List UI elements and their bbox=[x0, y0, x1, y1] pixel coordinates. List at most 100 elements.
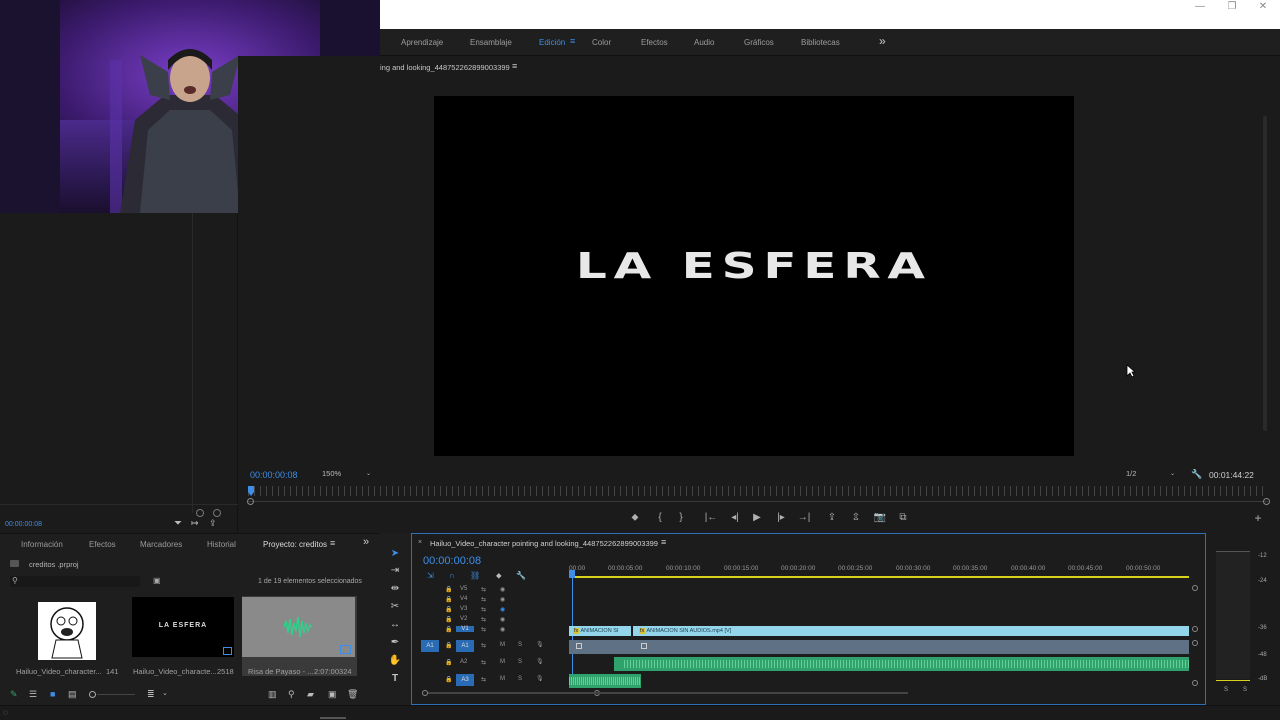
video-clip[interactable]: fx ANIMACION SIN AUDIOS.mp4 [V] bbox=[633, 626, 1189, 636]
timeline-timecode[interactable]: 00:00:00:08 bbox=[423, 555, 481, 567]
comparison-view-button[interactable]: ⧉ bbox=[895, 511, 911, 525]
mark-out-button[interactable]: } bbox=[673, 511, 689, 525]
workspace-menu-icon[interactable]: ≡ bbox=[570, 36, 575, 46]
project-item-3[interactable] bbox=[242, 596, 357, 676]
list-view-icon[interactable]: ☰ bbox=[29, 689, 37, 700]
video-clip[interactable]: fx ANIMACION SI bbox=[569, 626, 631, 636]
track-header-a1[interactable]: A1 🔒 A1 ⇆ M S 🎙 bbox=[412, 640, 572, 654]
sync-lock-icon[interactable]: ⇆ bbox=[481, 616, 486, 623]
panel-overflow-icon[interactable]: » bbox=[363, 536, 369, 548]
track-header-v3[interactable]: 🔒 V3 ⇆ ◉ bbox=[412, 606, 572, 616]
mark-in-button[interactable]: { bbox=[652, 511, 668, 525]
minimize-button[interactable]: — bbox=[1185, 0, 1215, 14]
trash-icon[interactable]: 🗑 bbox=[347, 689, 358, 700]
ripple-edit-tool-icon[interactable]: ⇹ bbox=[386, 582, 404, 596]
workspace-aprendizaje[interactable]: Aprendizaje bbox=[401, 38, 443, 47]
workspace-overflow-icon[interactable]: » bbox=[879, 34, 886, 48]
work-area-bar[interactable] bbox=[569, 576, 1189, 578]
program-menu-icon[interactable]: ≡ bbox=[512, 61, 517, 71]
sync-lock-icon[interactable]: ⇆ bbox=[481, 596, 486, 603]
chevron-down-icon[interactable]: ⌄ bbox=[162, 689, 168, 697]
meter-solo-button[interactable]: S bbox=[1243, 687, 1247, 693]
lock-icon[interactable]: 🔒 bbox=[445, 606, 452, 613]
bin-icon[interactable]: ▣ bbox=[153, 576, 161, 585]
tab-marcadores[interactable]: Marcadores bbox=[140, 540, 182, 549]
freeform-view-icon[interactable]: ▤ bbox=[68, 689, 77, 700]
solo-button[interactable]: S bbox=[518, 642, 522, 648]
restore-button[interactable]: ❐ bbox=[1217, 0, 1247, 14]
lock-icon[interactable]: 🔒 bbox=[445, 596, 452, 603]
keyframe-circle-icon[interactable] bbox=[213, 509, 221, 517]
mic-icon[interactable]: 🎙 bbox=[536, 675, 544, 682]
nest-icon[interactable]: ⇲ bbox=[427, 571, 434, 580]
step-forward-button[interactable]: |▸ bbox=[773, 511, 789, 525]
linked-selection-icon[interactable]: ⛓ bbox=[470, 571, 480, 580]
wrench-icon[interactable]: 🔧 bbox=[1191, 469, 1202, 480]
mute-button[interactable]: M bbox=[500, 659, 505, 665]
sync-lock-icon[interactable]: ⇆ bbox=[481, 606, 486, 613]
share-icon[interactable]: ⇪ bbox=[209, 518, 217, 529]
solo-button[interactable]: S bbox=[518, 676, 522, 682]
scroll-handle[interactable] bbox=[1192, 585, 1198, 591]
tab-proyecto[interactable]: Proyecto: creditos bbox=[263, 540, 327, 549]
sync-lock-icon[interactable]: ⇆ bbox=[481, 586, 486, 593]
workspace-efectos[interactable]: Efectos bbox=[641, 38, 668, 47]
sort-icon[interactable]: ≣ bbox=[147, 689, 155, 700]
find-icon[interactable]: ⚲ bbox=[288, 689, 295, 700]
sync-lock-icon[interactable]: ⇆ bbox=[481, 626, 486, 633]
audio-clip[interactable] bbox=[614, 657, 1189, 671]
pen-tool-icon[interactable]: ✒ bbox=[386, 636, 404, 650]
mic-icon[interactable]: 🎙 bbox=[536, 641, 544, 648]
track-header-a2[interactable]: 🔒 A2 ⇆ M S 🎙 bbox=[412, 657, 572, 671]
track-header-v4[interactable]: 🔒 V4 ⇆ ◉ bbox=[412, 596, 572, 606]
timeline-sequence-tab[interactable]: Hailuo_Video_character pointing and look… bbox=[430, 539, 658, 548]
lock-icon[interactable]: 🔒 bbox=[445, 676, 452, 683]
razor-tool-icon[interactable]: ✂ bbox=[386, 600, 404, 614]
source-patch[interactable]: A1 bbox=[421, 640, 439, 652]
eye-icon[interactable]: ◉ bbox=[500, 626, 505, 633]
solo-button[interactable]: S bbox=[518, 659, 522, 665]
close-tab-icon[interactable]: × bbox=[418, 539, 422, 546]
lock-icon[interactable]: 🔒 bbox=[445, 659, 452, 666]
mute-button[interactable]: M bbox=[500, 642, 505, 648]
time-ruler[interactable]: 00:00 00:00:05:00 00:00:10:00 00:00:15:0… bbox=[569, 562, 1189, 580]
tab-menu-icon[interactable]: ≡ bbox=[330, 538, 335, 548]
workspace-audio[interactable]: Audio bbox=[694, 38, 714, 47]
scroll-handle[interactable] bbox=[1192, 626, 1198, 632]
sync-lock-icon[interactable]: ⇆ bbox=[481, 659, 486, 666]
eye-icon[interactable]: ◉ bbox=[500, 596, 505, 603]
tab-efectos[interactable]: Efectos bbox=[89, 540, 116, 549]
filter-icon[interactable]: ⏷ bbox=[174, 518, 182, 529]
extract-button[interactable]: ⇫ bbox=[848, 511, 864, 525]
automate-icon[interactable]: ▥ bbox=[268, 689, 277, 700]
project-item-1[interactable] bbox=[10, 597, 122, 660]
pencil-icon[interactable]: ✎ bbox=[10, 689, 18, 700]
export-icon[interactable]: ↦ bbox=[191, 518, 199, 529]
meter-solo-button[interactable]: S bbox=[1224, 687, 1228, 693]
zoom-handle-left[interactable] bbox=[247, 498, 254, 505]
go-to-in-button[interactable]: |← bbox=[703, 511, 719, 525]
hand-tool-icon[interactable]: ✋ bbox=[386, 654, 404, 668]
lock-icon[interactable]: 🔒 bbox=[445, 626, 452, 633]
project-item-2[interactable]: LA ESFERA bbox=[132, 597, 234, 657]
track-select-tool-icon[interactable]: ⇥ bbox=[386, 564, 404, 578]
workspace-color[interactable]: Color bbox=[592, 38, 611, 47]
audio-clip[interactable] bbox=[569, 674, 641, 688]
keyframe-circle-icon[interactable] bbox=[196, 509, 204, 517]
scroll-handle[interactable] bbox=[1192, 680, 1198, 686]
zoom-slider-handle[interactable] bbox=[89, 691, 96, 698]
slip-tool-icon[interactable]: ↔ bbox=[386, 618, 404, 632]
zoom-select[interactable]: 150% ⌄ bbox=[322, 468, 374, 480]
resolution-select[interactable]: 1/2 ⌄ bbox=[1126, 468, 1178, 480]
mic-icon[interactable]: 🎙 bbox=[536, 658, 544, 665]
program-scrub-ruler[interactable] bbox=[248, 486, 1268, 496]
snap-icon[interactable]: ∩ bbox=[449, 571, 455, 580]
timeline-menu-icon[interactable]: ≡ bbox=[661, 537, 666, 547]
scroll-handle[interactable] bbox=[1192, 640, 1198, 646]
eye-icon[interactable]: ◉ bbox=[500, 616, 505, 623]
workspace-graficos[interactable]: Gráficos bbox=[744, 38, 774, 47]
lift-button[interactable]: ⇪ bbox=[824, 511, 840, 525]
icon-view-icon[interactable]: ■ bbox=[50, 689, 55, 699]
sync-lock-icon[interactable]: ⇆ bbox=[481, 676, 486, 683]
play-button[interactable]: ▶ bbox=[749, 511, 765, 525]
